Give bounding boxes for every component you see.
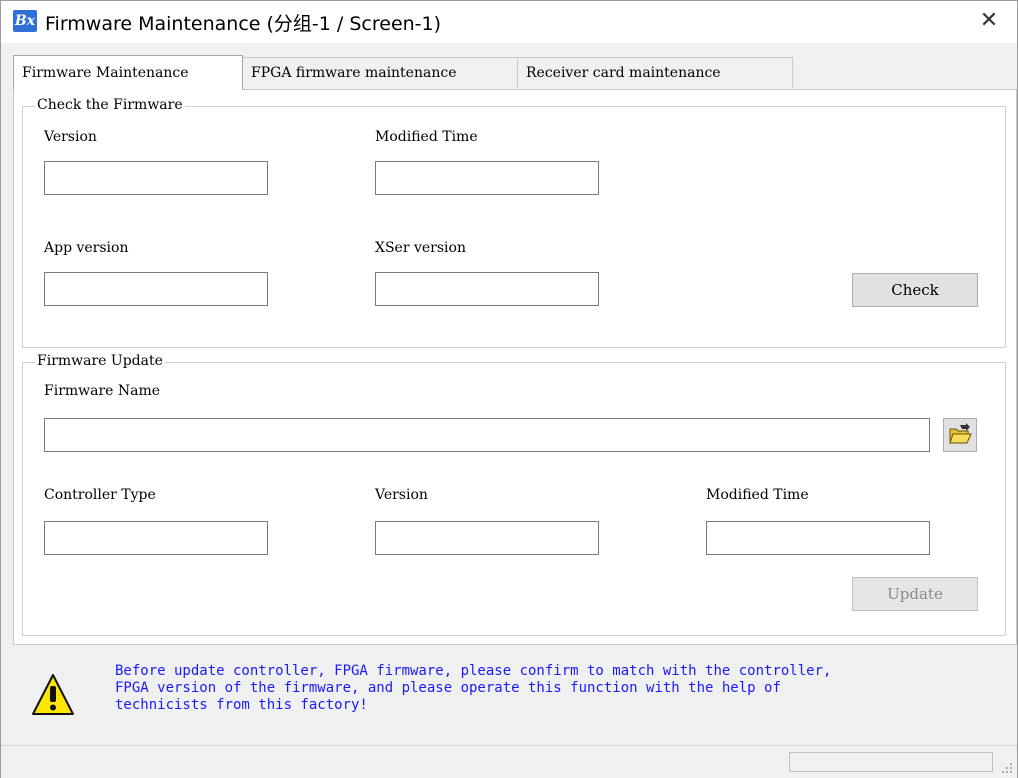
firmware-name-label: Firmware Name bbox=[44, 383, 161, 399]
check-firmware-group: Check the Firmware Version Modified Time… bbox=[22, 97, 1006, 348]
update-button[interactable]: Update bbox=[852, 577, 978, 611]
check-firmware-legend: Check the Firmware bbox=[35, 97, 185, 113]
tab-receiver-card-maintenance[interactable]: Receiver card maintenance bbox=[517, 57, 793, 88]
update-version-field[interactable] bbox=[375, 521, 599, 555]
tab-panel-firmware-maintenance: Check the Firmware Version Modified Time… bbox=[13, 89, 1017, 645]
modified-time-field[interactable] bbox=[375, 161, 599, 195]
resize-grip-icon[interactable] bbox=[1001, 762, 1013, 774]
app-version-label: App version bbox=[44, 240, 129, 256]
close-button[interactable]: ✕ bbox=[977, 9, 1001, 33]
update-version-label: Version bbox=[375, 487, 428, 503]
update-modified-time-field[interactable] bbox=[706, 521, 930, 555]
xser-version-label: XSer version bbox=[375, 240, 466, 256]
open-folder-icon bbox=[949, 423, 972, 444]
firmware-update-legend: Firmware Update bbox=[35, 353, 165, 369]
tab-fpga-firmware-maintenance[interactable]: FPGA firmware maintenance bbox=[242, 57, 518, 88]
controller-type-label: Controller Type bbox=[44, 487, 156, 503]
app-version-field[interactable] bbox=[44, 272, 268, 306]
title-bar: Bx Firmware Maintenance (分组-1 / Screen-1… bbox=[1, 1, 1017, 43]
tab-firmware-maintenance[interactable]: Firmware Maintenance bbox=[13, 55, 243, 90]
window-title: Firmware Maintenance (分组-1 / Screen-1) bbox=[45, 13, 442, 35]
modified-time-label: Modified Time bbox=[375, 129, 478, 145]
check-button[interactable]: Check bbox=[852, 273, 978, 307]
browse-firmware-button[interactable] bbox=[943, 418, 977, 452]
status-progress-field bbox=[789, 752, 993, 772]
update-modified-time-label: Modified Time bbox=[706, 487, 809, 503]
firmware-update-group: Firmware Update Firmware Name Controller… bbox=[22, 353, 1006, 636]
firmware-maintenance-window: Bx Firmware Maintenance (分组-1 / Screen-1… bbox=[0, 0, 1018, 778]
xser-version-field[interactable] bbox=[375, 272, 599, 306]
firmware-name-field[interactable] bbox=[44, 418, 930, 452]
warning-icon bbox=[32, 674, 74, 715]
app-logo-icon: Bx bbox=[13, 10, 37, 32]
status-bar bbox=[1, 745, 1017, 778]
controller-type-field[interactable] bbox=[44, 521, 268, 555]
version-field[interactable] bbox=[44, 161, 268, 195]
version-label: Version bbox=[44, 129, 97, 145]
warning-message: Before update controller, FPGA firmware,… bbox=[115, 663, 832, 713]
